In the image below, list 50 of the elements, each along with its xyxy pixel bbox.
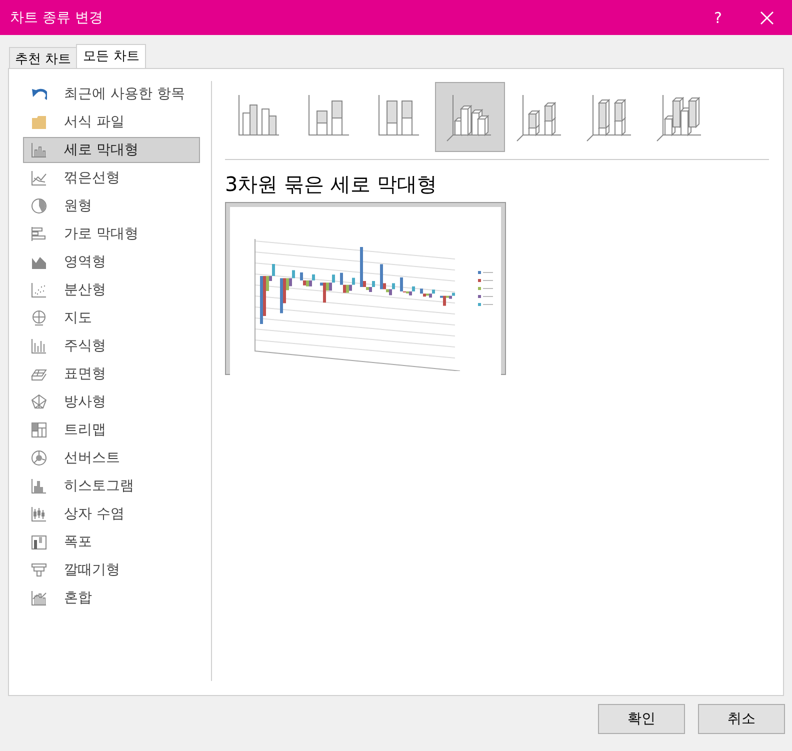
sidebar-item[interactable]: 최근에 사용한 항목 [23,81,200,107]
legend-entry [478,302,494,306]
pie-chart-icon [31,198,47,214]
legend-entry [478,286,494,290]
sidebar-item[interactable]: 영역형 [23,249,200,275]
histogram-icon [31,478,47,494]
scatter-chart-icon [31,282,47,298]
chart-type-title: 3차원 묶은 세로 막대형 [225,171,438,198]
line-chart-icon [31,170,47,186]
sidebar-item[interactable]: 폭포 [23,529,200,555]
treemap-icon [31,422,47,438]
tab[interactable]: 추천 차트 [9,47,78,68]
sidebar-item[interactable]: 트리맵 [23,417,200,443]
column-chart-icon [31,142,47,158]
sidebar-item[interactable]: 방사형 [23,389,200,415]
funnel-chart-icon [31,562,47,578]
sunburst-icon [31,450,47,466]
sidebar-item[interactable]: 꺾은선형 [23,165,200,191]
tab[interactable]: 모든 차트 [76,44,146,68]
sidebar-item[interactable]: 분산형 [23,277,200,303]
legend-entry [478,270,494,274]
globe-icon [31,310,47,326]
chart-subtype-option[interactable] [435,82,505,152]
legend-entry [478,278,494,282]
bar-chart-icon [31,226,47,242]
legend-entry [478,294,494,298]
undo-arrow-icon [31,86,47,102]
window-title: 차트 종류 변경 [10,8,103,26]
area-chart-icon [31,254,47,270]
sidebar-item[interactable]: 깔때기형 [23,557,200,583]
dialog-button[interactable]: 확인 [598,704,685,734]
sidebar-item[interactable]: 서식 파일 [23,109,200,135]
sidebar-item[interactable]: 원형 [23,193,200,219]
combo-chart-icon [31,590,47,606]
waterfall-chart-icon [31,534,47,550]
sidebar-item[interactable]: 혼합 [23,585,200,611]
stock-chart-icon [31,338,47,354]
close-icon [760,10,774,24]
folder-icon [31,114,47,130]
sidebar-item[interactable]: 상자 수염 [23,501,200,527]
sidebar-item[interactable]: 세로 막대형 [23,137,200,163]
sidebar-item[interactable]: 히스토그램 [23,473,200,499]
radar-chart-icon [31,394,47,410]
sidebar-item[interactable]: 선버스트 [23,445,200,471]
sidebar-item[interactable]: 가로 막대형 [23,221,200,247]
sidebar-item[interactable]: 표면형 [23,361,200,387]
sidebar-item[interactable]: 지도 [23,305,200,331]
sidebar-item[interactable]: 주식형 [23,333,200,359]
box-whisker-icon [31,506,47,522]
dialog-button[interactable]: 취소 [698,704,785,734]
